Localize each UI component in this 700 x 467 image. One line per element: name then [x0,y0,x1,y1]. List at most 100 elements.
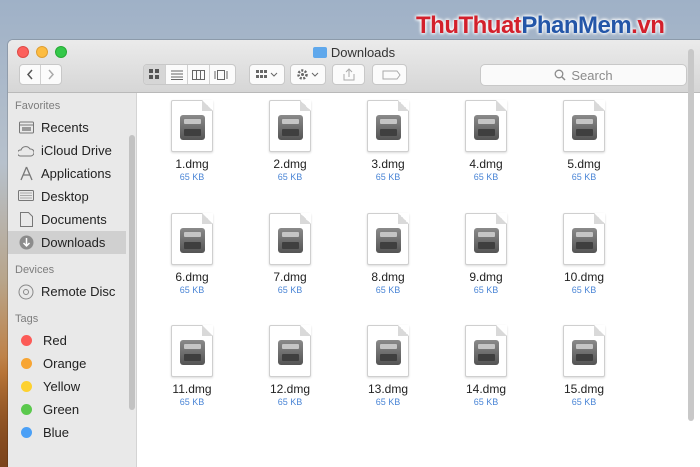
disk-image-icon [269,325,311,377]
file-item[interactable]: 10.dmg 65 KB [539,213,629,296]
nav-buttons [19,64,62,85]
file-size: 65 KB [571,285,597,295]
disk-image-icon [171,100,213,152]
sidebar-item-documents[interactable]: Documents [8,208,136,231]
file-item[interactable]: 2.dmg 65 KB [245,100,335,183]
file-name: 7.dmg [273,270,307,284]
sidebar-tag-yellow[interactable]: Yellow [8,375,136,398]
file-item[interactable]: 6.dmg 65 KB [147,213,237,296]
file-size: 65 KB [277,172,303,182]
file-name: 14.dmg [465,382,507,396]
disk-image-icon [171,325,213,377]
share-button[interactable] [332,64,365,85]
desktop-icon [18,189,34,205]
columns-icon [192,69,205,80]
disk-image-icon [563,213,605,265]
download-icon [18,235,34,251]
file-name: 12.dmg [269,382,311,396]
sidebar-item-recents[interactable]: Recents [8,116,136,139]
gallery-icon [214,69,228,80]
sidebar-tag-orange[interactable]: Orange [8,352,136,375]
disk-image-icon [465,213,507,265]
disk-image-icon [367,325,409,377]
tag-icon [382,70,401,79]
grid-icon [149,69,159,79]
chevron-right-icon [48,69,54,80]
disk-image-icon [367,213,409,265]
file-size: 65 KB [375,172,401,182]
sidebar-scrollbar[interactable] [129,135,135,410]
file-name: 15.dmg [563,382,605,396]
blue-tag-dot [21,427,32,438]
sidebar-tag-green[interactable]: Green [8,398,136,421]
yellow-tag-dot [21,381,32,392]
file-name: 8.dmg [371,270,405,284]
gear-icon [297,69,319,80]
disk-image-icon [269,213,311,265]
sidebar: Favorites Recents iCloud Drive Applicati… [8,93,137,467]
file-size: 65 KB [277,397,303,407]
file-size: 65 KB [571,172,597,182]
clock-icon [18,120,34,136]
applications-icon [18,166,34,182]
disk-image-icon [171,213,213,265]
cloud-icon [18,143,34,159]
watermark: ThuThuatPhanMem.vn [416,12,665,39]
file-item[interactable]: 13.dmg 65 KB [343,325,433,408]
file-item[interactable]: 1.dmg 65 KB [147,100,237,183]
search-icon [554,69,566,81]
file-item[interactable]: 14.dmg 65 KB [441,325,531,408]
window-title: Downloads [8,45,700,60]
sidebar-item-icloud-drive[interactable]: iCloud Drive [8,139,136,162]
file-item[interactable]: 12.dmg 65 KB [245,325,335,408]
file-item[interactable]: 7.dmg 65 KB [245,213,335,296]
file-item[interactable]: 9.dmg 65 KB [441,213,531,296]
forward-button[interactable] [41,65,61,84]
sidebar-tag-red[interactable]: Red [8,329,136,352]
sidebar-item-desktop[interactable]: Desktop [8,185,136,208]
finder-window: Downloads Search Favorites Recents iClou… [8,40,700,467]
sidebar-item-remote-disc[interactable]: Remote Disc [8,280,136,303]
disc-icon [18,284,34,300]
icon-view-button[interactable] [144,65,166,84]
sidebar-item-applications[interactable]: Applications [8,162,136,185]
file-size: 65 KB [277,285,303,295]
file-item[interactable]: 3.dmg 65 KB [343,100,433,183]
content-scrollbar[interactable] [688,49,694,421]
group-grid-icon [256,69,278,78]
file-item[interactable]: 15.dmg 65 KB [539,325,629,408]
file-name: 3.dmg [371,157,405,171]
file-name: 5.dmg [567,157,601,171]
file-size: 65 KB [473,397,499,407]
action-button[interactable] [290,64,326,85]
column-view-button[interactable] [188,65,210,84]
file-name: 10.dmg [563,270,605,284]
back-button[interactable] [20,65,41,84]
green-tag-dot [21,404,32,415]
list-view-button[interactable] [166,65,188,84]
file-name: 6.dmg [175,270,209,284]
list-icon [170,70,183,80]
sidebar-item-downloads[interactable]: Downloads [8,231,126,254]
file-item[interactable]: 4.dmg 65 KB [441,100,531,183]
file-name: 13.dmg [367,382,409,396]
disk-image-icon [269,100,311,152]
tags-header: Tags [15,313,39,325]
gallery-view-button[interactable] [210,65,232,84]
disk-image-icon [465,325,507,377]
file-item[interactable]: 5.dmg 65 KB [539,100,629,183]
file-item[interactable]: 8.dmg 65 KB [343,213,433,296]
file-size: 65 KB [179,172,205,182]
group-by-button[interactable] [249,64,285,85]
file-size: 65 KB [179,397,205,407]
sidebar-tag-blue[interactable]: Blue [8,421,136,444]
file-size: 65 KB [179,285,205,295]
tags-button[interactable] [372,64,407,85]
file-size: 65 KB [375,397,401,407]
file-name: 1.dmg [175,157,209,171]
file-item[interactable]: 11.dmg 65 KB [147,325,237,408]
favorites-header: Favorites [15,100,61,112]
search-input[interactable]: Search [480,64,687,86]
share-icon [343,68,354,81]
red-tag-dot [21,335,32,346]
